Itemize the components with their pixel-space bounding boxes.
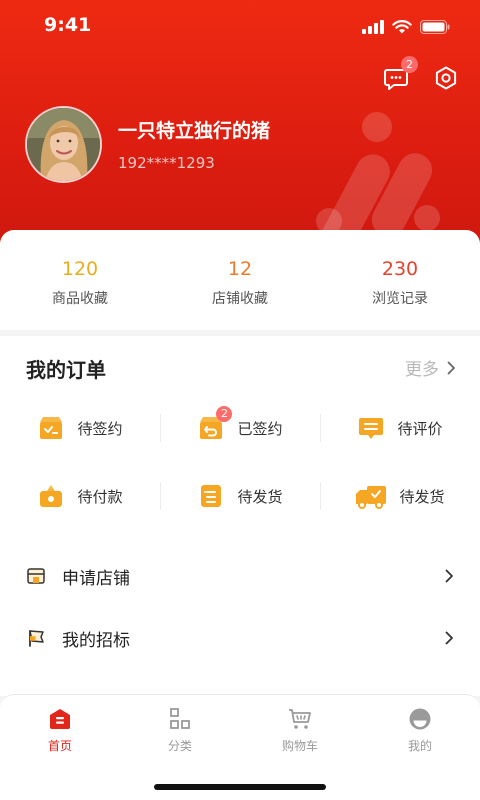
home-icon bbox=[50, 709, 70, 729]
stat-browse-history[interactable]: 230 浏览记录 bbox=[320, 230, 480, 330]
bottom-tab-bar: 首页 分类 购物车 我的 bbox=[0, 694, 480, 800]
header-actions: 2 bbox=[382, 56, 460, 92]
tab-label: 首页 bbox=[47, 739, 72, 753]
tab-label: 购物车 bbox=[281, 739, 318, 753]
pending-shipment-icon bbox=[197, 482, 225, 510]
profile-header: 9:41 2 一只特立独行的猪 192****1293 bbox=[0, 0, 480, 250]
category-icon bbox=[170, 708, 190, 729]
tab-label: 我的 bbox=[407, 739, 432, 753]
tab-category[interactable]: 分类 bbox=[120, 695, 240, 759]
stat-label: 商品收藏 bbox=[52, 291, 108, 307]
header-decoration bbox=[414, 205, 440, 231]
orders-more-link[interactable]: 更多 bbox=[405, 355, 456, 380]
stat-value: 230 bbox=[381, 258, 419, 280]
main-content: 我的订单 更多 待签约 2 已签约 待评价 待付款 待发货 待发货 申请店铺 我… bbox=[0, 336, 480, 696]
message-badge: 2 bbox=[401, 56, 418, 73]
delivery-truck-icon bbox=[355, 482, 387, 510]
menu-item-apply-store[interactable]: 申请店铺 bbox=[0, 556, 480, 596]
wifi-icon bbox=[392, 20, 412, 34]
header-decoration bbox=[362, 112, 392, 142]
menu-item-my-bids[interactable]: 我的招标 bbox=[0, 618, 480, 658]
order-pending-payment[interactable]: 待付款 bbox=[0, 482, 160, 510]
status-icons bbox=[362, 20, 450, 34]
stat-value: 120 bbox=[61, 258, 99, 280]
more-label: 更多 bbox=[405, 360, 439, 380]
flag-icon bbox=[29, 630, 44, 647]
nickname: 一只特立独行的猪 bbox=[118, 120, 271, 142]
stat-label: 浏览记录 bbox=[372, 291, 428, 307]
stat-store-favorites[interactable]: 12 店铺收藏 bbox=[160, 230, 320, 330]
order-label: 待签约 bbox=[77, 419, 123, 438]
signed-badge: 2 bbox=[216, 406, 233, 422]
signed-icon: 2 bbox=[197, 406, 233, 442]
profile-icon bbox=[409, 708, 431, 730]
avatar-photo bbox=[27, 108, 100, 181]
settings-icon bbox=[435, 66, 457, 90]
chevron-right-icon bbox=[447, 361, 455, 374]
stat-label: 店铺收藏 bbox=[212, 291, 268, 307]
order-label: 已签约 bbox=[237, 419, 283, 438]
stat-value: 12 bbox=[227, 258, 253, 280]
tab-cart[interactable]: 购物车 bbox=[240, 695, 360, 759]
store-icon bbox=[27, 568, 45, 584]
status-bar: 9:41 bbox=[0, 0, 480, 52]
menu-label: 我的招标 bbox=[62, 630, 130, 651]
stat-product-favorites[interactable]: 120 商品收藏 bbox=[0, 230, 160, 330]
order-label: 待发货 bbox=[399, 487, 445, 506]
phone-number: 192****1293 bbox=[118, 154, 215, 172]
tab-profile[interactable]: 我的 bbox=[360, 695, 480, 759]
cart-icon bbox=[289, 709, 311, 729]
tab-home[interactable]: 首页 bbox=[0, 695, 120, 759]
status-time: 9:41 bbox=[44, 14, 92, 36]
pending-review-icon bbox=[357, 414, 385, 442]
tab-label: 分类 bbox=[167, 739, 192, 753]
chevron-right-icon bbox=[445, 631, 453, 645]
pending-sign-icon bbox=[37, 414, 65, 442]
order-row: 待签约 2 已签约 待评价 bbox=[0, 394, 480, 462]
order-pending-shipment[interactable]: 待发货 bbox=[160, 482, 320, 510]
order-label: 待发货 bbox=[237, 487, 283, 506]
order-label: 待评价 bbox=[397, 419, 443, 438]
order-pending-sign[interactable]: 待签约 bbox=[0, 414, 160, 442]
order-delivery[interactable]: 待发货 bbox=[320, 482, 480, 510]
tabs: 首页 分类 购物车 我的 bbox=[0, 695, 480, 759]
signal-icon bbox=[362, 20, 384, 34]
order-pending-review[interactable]: 待评价 bbox=[320, 414, 480, 442]
home-indicator bbox=[154, 784, 326, 790]
order-signed[interactable]: 2 已签约 bbox=[160, 406, 320, 442]
order-label: 待付款 bbox=[77, 487, 123, 506]
menu-label: 申请店铺 bbox=[62, 568, 130, 589]
order-grid: 待签约 2 已签约 待评价 待付款 待发货 待发货 bbox=[0, 394, 480, 530]
order-row: 待付款 待发货 待发货 bbox=[0, 462, 480, 530]
chevron-right-icon bbox=[445, 569, 453, 583]
battery-icon bbox=[420, 20, 450, 34]
orders-title: 我的订单 bbox=[26, 358, 106, 382]
settings-button[interactable] bbox=[432, 64, 460, 92]
stats-card: 120 商品收藏 12 店铺收藏 230 浏览记录 bbox=[0, 230, 480, 330]
message-button[interactable]: 2 bbox=[382, 56, 418, 92]
avatar[interactable] bbox=[25, 106, 102, 183]
pending-payment-icon bbox=[37, 482, 65, 510]
